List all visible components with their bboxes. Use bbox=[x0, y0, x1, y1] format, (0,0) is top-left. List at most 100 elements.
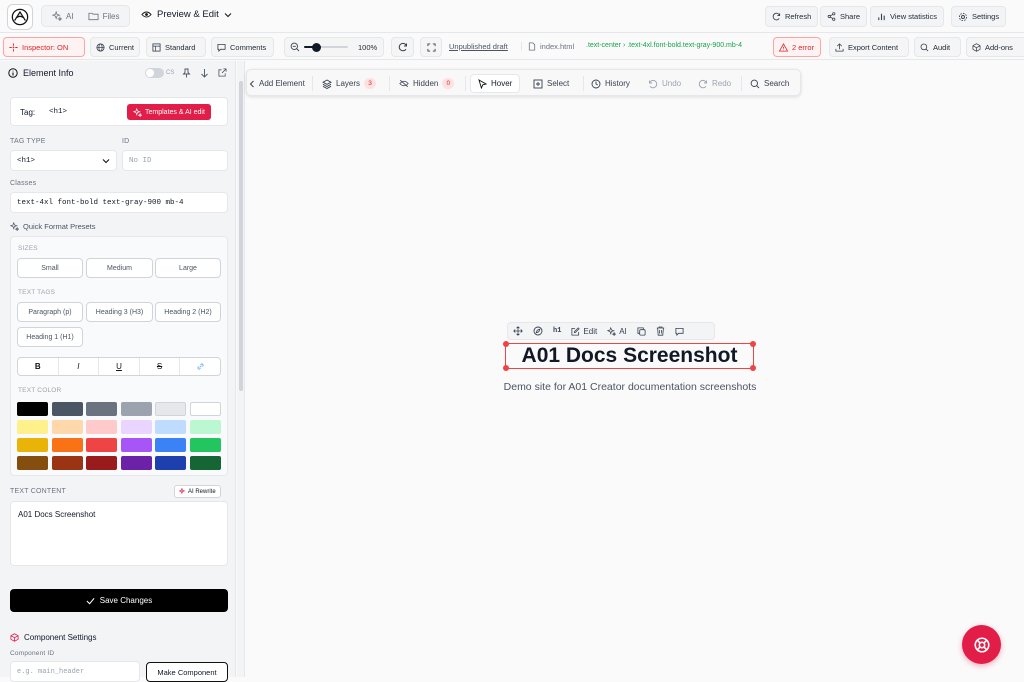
redo-button[interactable]: Redo bbox=[698, 74, 731, 93]
ai-rewrite-button[interactable]: AI Rewrite bbox=[174, 485, 221, 498]
color-swatch[interactable] bbox=[189, 438, 221, 452]
color-swatch[interactable] bbox=[17, 420, 48, 434]
view-standard-button[interactable]: Standard bbox=[146, 37, 206, 57]
settings-button[interactable]: Settings bbox=[951, 6, 1007, 27]
zoom-slider-handle[interactable] bbox=[311, 42, 321, 52]
color-swatch[interactable] bbox=[17, 456, 48, 470]
text-content-textarea[interactable]: A01 Docs Screenshot bbox=[10, 501, 228, 566]
size-medium-button[interactable]: Medium bbox=[86, 258, 153, 278]
component-id-input[interactable]: e.g. main_header bbox=[10, 661, 140, 682]
color-swatch[interactable] bbox=[86, 420, 117, 434]
classes-input[interactable]: text-4xl font-bold text-gray-900 mb-4 bbox=[10, 192, 228, 213]
comment-button[interactable] bbox=[670, 327, 689, 336]
color-swatch[interactable] bbox=[155, 402, 186, 416]
color-swatch[interactable] bbox=[155, 438, 186, 452]
underline-button[interactable]: U bbox=[99, 358, 140, 375]
fullscreen-button[interactable] bbox=[420, 37, 442, 57]
rotate-button[interactable] bbox=[391, 37, 414, 57]
color-swatch[interactable] bbox=[86, 456, 117, 470]
add-element-button[interactable]: Add Element bbox=[249, 74, 305, 93]
undo-button[interactable]: Undo bbox=[648, 74, 681, 93]
style-button[interactable] bbox=[528, 326, 548, 336]
link-button[interactable] bbox=[180, 362, 220, 371]
color-swatch[interactable] bbox=[51, 438, 83, 452]
eye-off-icon bbox=[399, 79, 409, 88]
color-swatch[interactable] bbox=[86, 402, 117, 416]
duplicate-button[interactable] bbox=[632, 326, 651, 336]
color-swatch[interactable] bbox=[189, 456, 221, 470]
sidebar-scrollbar-thumb[interactable] bbox=[239, 81, 243, 391]
unpublished-draft-link[interactable]: Unpublished draft bbox=[449, 42, 508, 51]
color-swatch[interactable] bbox=[51, 420, 83, 434]
add-ons-button[interactable]: Add-ons bbox=[966, 37, 1024, 57]
color-swatch[interactable] bbox=[189, 402, 221, 416]
hover-mode-button[interactable]: Hover bbox=[470, 74, 521, 93]
preview-mode-select[interactable]: Preview & Edit bbox=[141, 9, 232, 20]
arrow-down-icon[interactable] bbox=[200, 68, 209, 78]
tag-paragraph-button[interactable]: Paragraph (p) bbox=[17, 302, 83, 322]
delete-button[interactable] bbox=[651, 326, 670, 336]
tag-h1-button[interactable]: Heading 1 (H1) bbox=[17, 327, 83, 347]
tag-type-select[interactable]: <h1> bbox=[10, 150, 117, 171]
color-swatch[interactable] bbox=[120, 438, 152, 452]
move-handle[interactable] bbox=[508, 326, 528, 336]
app-logo[interactable] bbox=[7, 4, 33, 30]
strikethrough-button[interactable]: S bbox=[140, 358, 181, 375]
settings-label: Settings bbox=[972, 12, 1000, 21]
color-swatch[interactable] bbox=[120, 402, 152, 416]
selected-heading-box[interactable]: A01 Docs Screenshot bbox=[503, 341, 756, 371]
tag-h3-button[interactable]: Heading 3 (H3) bbox=[86, 302, 153, 322]
page-subheading: Demo site for A01 Creator documentation … bbox=[503, 381, 757, 393]
select-mode-button[interactable]: Select bbox=[533, 74, 569, 93]
hover-mode-label: Hover bbox=[491, 79, 513, 88]
view-statistics-button[interactable]: View statistics bbox=[870, 6, 944, 27]
sparkles-icon bbox=[607, 326, 617, 336]
color-swatch[interactable] bbox=[17, 438, 48, 452]
errors-button[interactable]: 2 error bbox=[773, 37, 821, 57]
clock-icon bbox=[591, 79, 601, 88]
color-swatch[interactable] bbox=[120, 456, 152, 470]
zoom-slider[interactable] bbox=[304, 42, 348, 52]
preview-mode-label: Preview & Edit bbox=[157, 9, 219, 20]
color-swatch[interactable] bbox=[120, 420, 152, 434]
hidden-count-badge: 0 bbox=[442, 78, 455, 89]
tab-files[interactable]: Files bbox=[81, 7, 127, 25]
color-swatch[interactable] bbox=[51, 456, 83, 470]
export-content-button[interactable]: Export Content bbox=[829, 37, 909, 57]
sidebar-scrollbar[interactable] bbox=[237, 61, 245, 677]
comments-button[interactable]: Comments bbox=[211, 37, 274, 57]
size-large-button[interactable]: Large bbox=[155, 258, 221, 278]
bold-button[interactable]: B bbox=[18, 358, 59, 375]
ai-button[interactable]: AI bbox=[602, 326, 632, 336]
color-swatch[interactable] bbox=[155, 456, 186, 470]
refresh-button[interactable]: Refresh bbox=[765, 6, 819, 27]
color-swatch[interactable] bbox=[51, 402, 83, 416]
tag-h2-button[interactable]: Heading 2 (H2) bbox=[155, 302, 221, 322]
view-standard-label: Standard bbox=[165, 42, 196, 52]
history-button[interactable]: History bbox=[591, 74, 630, 93]
inspector-toggle-button[interactable]: Inspector: ON bbox=[3, 37, 85, 57]
hidden-button[interactable]: Hidden 0 bbox=[399, 74, 455, 93]
view-current-button[interactable]: Current bbox=[90, 37, 140, 57]
size-small-button[interactable]: Small bbox=[17, 258, 83, 278]
external-link-icon[interactable] bbox=[218, 68, 227, 77]
save-changes-button[interactable]: Save Changes bbox=[10, 589, 228, 612]
pin-icon[interactable] bbox=[182, 68, 191, 78]
help-button[interactable] bbox=[962, 625, 1001, 664]
italic-button[interactable]: I bbox=[59, 358, 100, 375]
search-button[interactable]: Search bbox=[750, 74, 789, 93]
tag-indicator[interactable]: h1 bbox=[548, 327, 566, 335]
color-swatch[interactable] bbox=[17, 402, 48, 416]
tab-ai[interactable]: AI bbox=[45, 7, 81, 25]
color-swatch[interactable] bbox=[86, 438, 117, 452]
color-swatch[interactable] bbox=[155, 420, 186, 434]
layers-button[interactable]: Layers 3 bbox=[322, 74, 377, 93]
edit-button[interactable]: Edit bbox=[566, 327, 602, 336]
color-swatch[interactable] bbox=[189, 420, 221, 434]
make-component-button[interactable]: Make Component bbox=[146, 662, 228, 682]
id-input[interactable]: No ID bbox=[122, 150, 228, 171]
share-button[interactable]: Share bbox=[820, 6, 868, 27]
templates-ai-edit-button[interactable]: Templates & AI edit bbox=[127, 104, 211, 120]
css-toggle[interactable]: CS bbox=[145, 68, 174, 78]
audit-button[interactable]: Audit bbox=[914, 37, 961, 57]
